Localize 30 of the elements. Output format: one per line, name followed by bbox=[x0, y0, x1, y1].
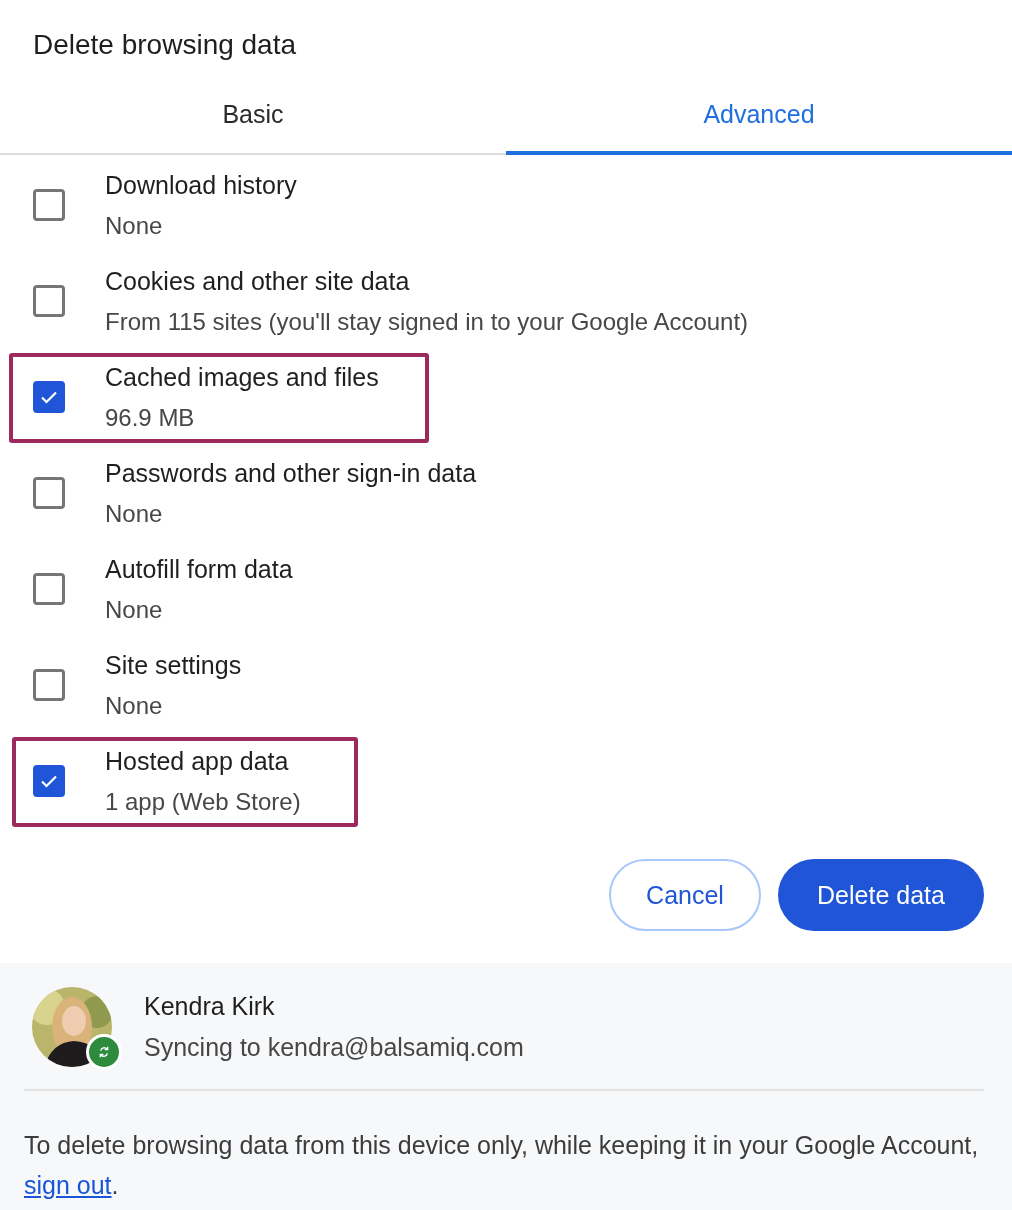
item-label: Site settings bbox=[105, 650, 242, 680]
item-detail: From 115 sites (you'll stay signed in to your Google Account) bbox=[105, 307, 749, 336]
checkbox[interactable] bbox=[33, 381, 65, 413]
dialog-title: Delete browsing data bbox=[32, 28, 298, 62]
item-label: Cookies and other site data bbox=[105, 266, 411, 296]
item-detail: 96.9 MB bbox=[105, 403, 196, 432]
item-detail: None bbox=[105, 211, 164, 240]
sync-status: Syncing to kendra@balsamiq.com bbox=[144, 1033, 524, 1062]
item-label: Hosted app data bbox=[105, 746, 290, 776]
checkbox[interactable] bbox=[33, 285, 65, 317]
item-detail: None bbox=[105, 499, 164, 528]
delete-button[interactable]: Delete data bbox=[778, 859, 984, 931]
item-label: Autofill form data bbox=[105, 554, 293, 584]
checkbox[interactable] bbox=[33, 477, 65, 509]
footer-note: To delete browsing data from this device only, while keeping it in your Google Account, sign out. bbox=[24, 1130, 980, 1201]
account-name: Kendra Kirk bbox=[144, 992, 276, 1021]
sign-out-link[interactable]: sign out bbox=[24, 1171, 112, 1199]
tab[interactable]: Basic bbox=[0, 77, 506, 155]
checkbox[interactable] bbox=[33, 189, 65, 221]
item-detail: None bbox=[105, 595, 164, 624]
checkbox[interactable] bbox=[33, 669, 65, 701]
item-label: Passwords and other sign-in data bbox=[105, 458, 477, 488]
cancel-button[interactable]: Cancel bbox=[609, 859, 761, 931]
item-label: Cached images and files bbox=[105, 362, 379, 392]
checkbox[interactable] bbox=[33, 573, 65, 605]
tab[interactable]: Advanced bbox=[506, 77, 1012, 155]
checkbox[interactable] bbox=[33, 765, 65, 797]
item-label: Download history bbox=[105, 170, 297, 200]
item-detail: 1 app (Web Store) bbox=[105, 787, 301, 816]
item-detail: None bbox=[105, 691, 164, 720]
